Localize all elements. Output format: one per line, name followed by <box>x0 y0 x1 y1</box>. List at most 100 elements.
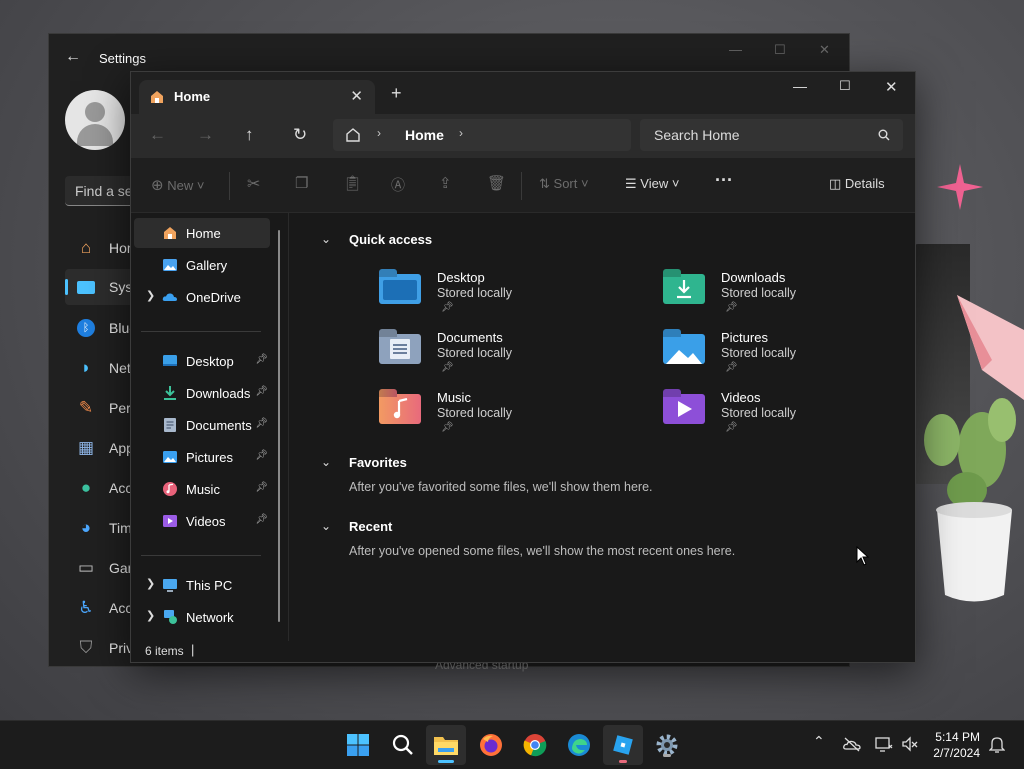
file-explorer-window: Home ✕ + — ☐ ✕ ← → ↑ ↻ › Home › Search H… <box>130 71 916 663</box>
nav-item-documents[interactable]: Documents 📌︎ <box>134 410 270 440</box>
chevron-right-icon[interactable]: ❯ <box>146 289 155 302</box>
nav-item-pictures[interactable]: Pictures 📌︎ <box>134 442 270 472</box>
pin-icon[interactable]: 📌︎ <box>255 514 268 525</box>
status-bar-divider: | <box>191 642 195 657</box>
forward-arrow-icon[interactable]: → <box>197 125 214 145</box>
copy-icon[interactable]: ❐ <box>295 174 308 192</box>
pin-icon[interactable]: 📌︎ <box>255 418 268 429</box>
maximize-button[interactable]: ☐ <box>839 78 851 94</box>
recent-header[interactable]: Recent <box>349 519 392 534</box>
bell-notification-icon[interactable] <box>989 736 1005 754</box>
back-arrow-icon[interactable]: ← <box>149 125 166 145</box>
delete-icon[interactable]: 🗑︎ <box>487 174 506 192</box>
taskbar-roblox-studio[interactable] <box>603 725 643 765</box>
quick-access-item-downloads[interactable]: Downloads Stored locally 📌︎ <box>663 268 863 324</box>
pin-icon[interactable]: 📌︎ <box>255 386 268 397</box>
nav-item-desktop[interactable]: Desktop 📌︎ <box>134 346 270 376</box>
roblox-studio-icon <box>613 735 633 755</box>
file-explorer-icon <box>434 737 458 755</box>
chevron-down-icon[interactable]: ⌄ <box>321 519 331 533</box>
nav-item-onedrive[interactable]: ❯ OneDrive <box>134 282 270 312</box>
sort-button[interactable]: ⇅ Sort ˅ <box>539 176 589 192</box>
nav-scrollbar[interactable] <box>278 230 280 622</box>
minimize-button[interactable]: — <box>793 78 807 94</box>
favorites-header[interactable]: Favorites <box>349 455 407 470</box>
quick-access-header[interactable]: Quick access <box>349 232 432 247</box>
rename-icon[interactable]: Ⓐ <box>391 175 405 195</box>
volume-muted-icon[interactable] <box>902 736 918 752</box>
avatar[interactable] <box>65 90 125 150</box>
nav-item-gallery[interactable]: Gallery <box>134 250 270 280</box>
chevron-down-icon[interactable]: ⌄ <box>321 455 331 469</box>
address-bar[interactable]: › Home › <box>333 119 631 151</box>
chevron-down-icon[interactable]: ⌄ <box>321 232 331 246</box>
nav-item-videos[interactable]: Videos 📌︎ <box>134 506 270 536</box>
system-clock[interactable]: 5:14 PM 2/7/2024 <box>928 729 980 761</box>
downloads-folder-icon <box>663 268 707 306</box>
chrome-icon <box>523 734 547 757</box>
taskbar-file-explorer[interactable] <box>426 725 466 765</box>
cut-icon[interactable]: ✂ <box>247 174 260 194</box>
back-arrow-icon[interactable]: ← <box>65 48 81 66</box>
command-bar: ⊕ New ˅ ✂ ❐ 📋︎ Ⓐ ⇪ 🗑︎ ⇅ Sort ˅ ☰ View ˅ … <box>131 158 915 213</box>
refresh-icon[interactable]: ↻ <box>293 125 307 145</box>
chevron-up-icon[interactable]: ⌃ <box>813 733 825 750</box>
maximize-icon[interactable]: ☐ <box>774 42 786 58</box>
taskbar-chrome[interactable] <box>521 731 549 759</box>
address-bar-row: ← → ↑ ↻ › Home › Search Home <box>131 114 915 158</box>
search-button[interactable] <box>389 731 417 759</box>
close-icon[interactable]: ✕ <box>819 42 830 58</box>
network-icon <box>164 610 177 624</box>
home-icon: ⌂ <box>80 238 92 257</box>
pin-icon: 📌︎ <box>725 422 738 433</box>
start-button[interactable] <box>344 731 372 759</box>
share-icon[interactable]: ⇪ <box>439 174 452 192</box>
pane-splitter[interactable] <box>288 213 289 641</box>
pin-icon: 📌︎ <box>441 422 454 433</box>
person-icon: ● <box>80 478 92 497</box>
close-tab-icon[interactable]: ✕ <box>350 87 363 105</box>
quick-access-item-videos[interactable]: Videos Stored locally 📌︎ <box>663 388 863 444</box>
nav-item-music[interactable]: Music 📌︎ <box>134 474 270 504</box>
nav-item-this-pc[interactable]: ❯ This PC <box>134 570 270 600</box>
nav-item-downloads[interactable]: Downloads 📌︎ <box>134 378 270 408</box>
up-arrow-icon[interactable]: ↑ <box>245 125 254 145</box>
details-button[interactable]: ◫ Details <box>829 176 885 192</box>
minimize-icon[interactable]: — <box>729 42 742 57</box>
quick-access-item-music[interactable]: Music Stored locally 📌︎ <box>379 388 579 444</box>
new-button[interactable]: ⊕ New ˅ <box>151 176 204 194</box>
quick-access-item-pictures[interactable]: Pictures Stored locally 📌︎ <box>663 328 863 384</box>
more-options-icon[interactable]: ··· <box>715 170 733 191</box>
globe-clock-icon: ◕ <box>80 518 92 537</box>
paste-icon[interactable]: 📋︎ <box>343 174 362 192</box>
search-icon <box>878 129 890 141</box>
onedrive-offline-icon[interactable] <box>843 736 861 752</box>
pin-icon[interactable]: 📌︎ <box>255 354 268 365</box>
new-tab-button[interactable]: + <box>391 83 402 104</box>
shield-icon: ⛉ <box>79 638 93 657</box>
chevron-right-icon[interactable]: › <box>459 126 463 140</box>
search-input[interactable]: Search Home <box>640 119 903 151</box>
pin-icon[interactable]: 📌︎ <box>255 482 268 493</box>
settings-title: Settings <box>99 51 146 66</box>
accessibility-icon: ♿ <box>78 598 94 617</box>
chevron-right-icon: › <box>377 126 381 140</box>
tab-home[interactable]: Home ✕ <box>139 80 375 114</box>
taskbar-firefox[interactable] <box>477 731 505 759</box>
taskbar-edge[interactable] <box>565 731 593 759</box>
music-icon <box>163 482 177 496</box>
quick-access-item-documents[interactable]: Documents Stored locally 📌︎ <box>379 328 579 384</box>
chevron-right-icon[interactable]: ❯ <box>146 577 155 590</box>
view-button[interactable]: ☰ View ˅ <box>625 176 679 192</box>
download-icon <box>164 386 176 400</box>
nav-item-home[interactable]: Home <box>134 218 270 248</box>
chevron-right-icon[interactable]: ❯ <box>146 609 155 622</box>
network-status-icon[interactable] <box>875 735 893 753</box>
pin-icon[interactable]: 📌︎ <box>255 450 268 461</box>
breadcrumb[interactable]: Home <box>405 127 444 143</box>
taskbar-settings[interactable] <box>653 731 681 759</box>
quick-access-item-desktop[interactable]: Desktop Stored locally 📌︎ <box>379 268 579 324</box>
close-window-button[interactable]: ✕ <box>885 78 898 96</box>
pin-icon: 📌︎ <box>441 302 454 313</box>
nav-item-network[interactable]: ❯ Network <box>134 602 270 632</box>
